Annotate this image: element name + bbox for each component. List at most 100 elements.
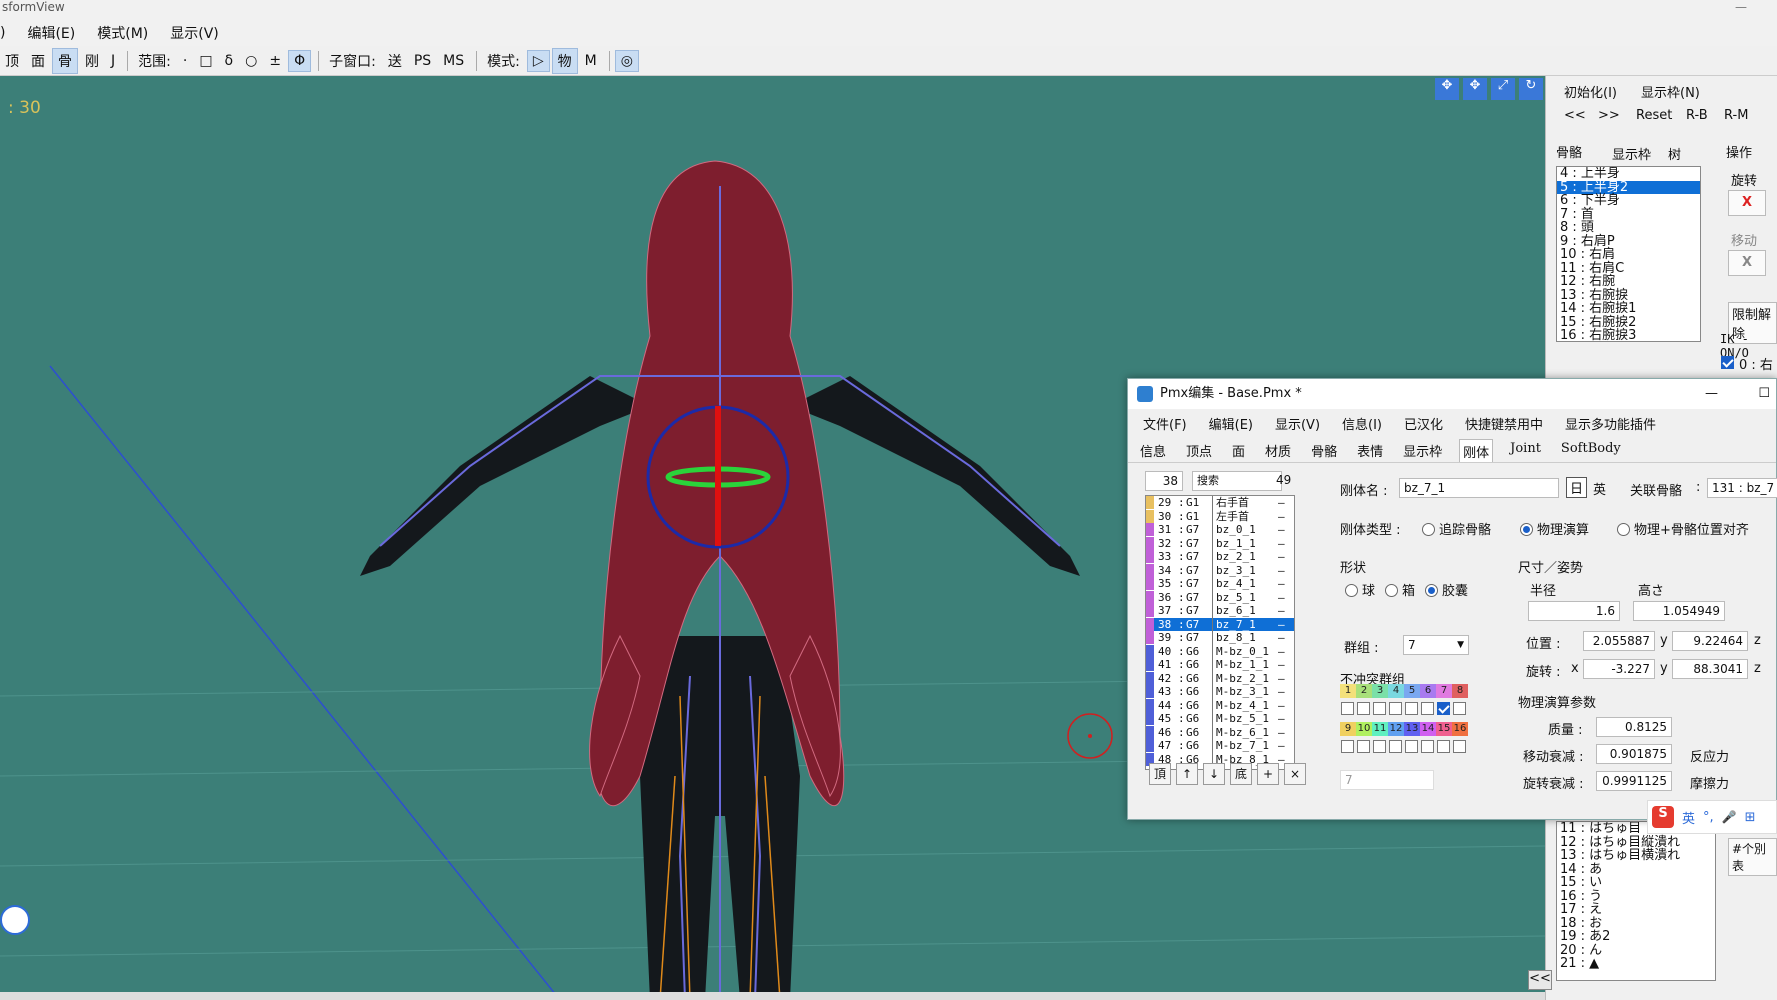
range-plusminus[interactable]: ±	[264, 51, 286, 71]
ime-lang[interactable]: 英	[1682, 808, 1695, 827]
rigidbody-row[interactable]: 35: G7 bz_4_1–	[1146, 577, 1294, 591]
morph-list-item[interactable]: 19 : あ2	[1557, 930, 1715, 944]
rigidbody-row[interactable]: 45: G6 M-bz_5_1–	[1146, 712, 1294, 726]
dmenu-view[interactable]: 显示(V)	[1275, 414, 1320, 436]
bone-list-item[interactable]: 13 : 右腕捩	[1557, 288, 1700, 303]
group-checkbox-8[interactable]	[1453, 702, 1466, 715]
rigidbody-list[interactable]: 29: G1 右手首 –30: G1 左手首 –31: G7 bz_0_1–32: G7 bz_1_…	[1145, 495, 1295, 770]
rb-button[interactable]: R-B	[1686, 108, 1708, 123]
move-x-button[interactable]: X	[1728, 250, 1766, 276]
group-select[interactable]: 7 ▼	[1403, 635, 1469, 655]
rot-damping-input[interactable]: 0.9991125	[1596, 771, 1672, 791]
list-up-button[interactable]: ↑	[1176, 763, 1198, 785]
tab-material[interactable]: 材质	[1262, 439, 1294, 462]
tab-rigidbody[interactable]: 刚体	[1459, 439, 1494, 462]
grid-icon[interactable]: ⊞	[1745, 810, 1756, 825]
bone-input[interactable]: 131 : bz_7	[1707, 478, 1777, 498]
list-delete-button[interactable]: ×	[1284, 763, 1306, 785]
sogou-logo-icon[interactable]: S	[1652, 806, 1674, 828]
height-input[interactable]: 1.054949	[1633, 601, 1725, 621]
bone-list-item[interactable]: 7 : 首	[1557, 207, 1700, 222]
menu-display[interactable]: 显示(V)	[170, 23, 219, 43]
minimize-button[interactable]: —	[1735, 0, 1747, 14]
nocollide-text[interactable]: 7	[1340, 770, 1434, 790]
mode-physics[interactable]: 物	[551, 47, 578, 74]
floating-circle-icon[interactable]	[0, 905, 30, 935]
dmenu-info[interactable]: 信息(I)	[1342, 414, 1382, 436]
bone-list-item[interactable]: 8 : 頭	[1557, 221, 1700, 235]
morph-list-item[interactable]: 17 : え	[1557, 903, 1715, 917]
morph-list-item[interactable]: 15 : い	[1557, 876, 1715, 890]
bone-list-item[interactable]: 15 : 右腕捩2	[1557, 315, 1700, 330]
dialog-maximize-button[interactable]: ☐	[1758, 379, 1770, 409]
morph-list-item[interactable]: 14 : あ	[1557, 862, 1715, 877]
radius-input[interactable]: 1.6	[1528, 601, 1620, 621]
type-follow-bone[interactable]: 追踪骨骼	[1422, 519, 1491, 538]
range-rect[interactable]: □	[194, 51, 217, 71]
list-add-button[interactable]: +	[1257, 763, 1279, 785]
group-checkbox-4[interactable]	[1389, 702, 1402, 715]
rigidbody-row[interactable]: 44: G6 M-bz_4_1–	[1146, 698, 1294, 712]
bone-list-item[interactable]: 10 : 右肩	[1557, 248, 1700, 262]
rigidbody-row[interactable]: 32: G7 bz_1_1–	[1146, 536, 1294, 550]
name-input[interactable]: bz_7_1	[1399, 478, 1559, 498]
shape-capsule[interactable]: 胶囊	[1425, 580, 1468, 599]
group-checkbox-14[interactable]	[1421, 740, 1434, 753]
init-button[interactable]: 初始化(I)	[1564, 82, 1617, 101]
morph-list-item[interactable]: 20 : ん	[1557, 943, 1715, 958]
list-bottom-button[interactable]: 底	[1230, 763, 1252, 785]
punct-icon[interactable]: °,	[1703, 810, 1714, 825]
tab-softbody[interactable]: SoftBody	[1558, 439, 1624, 462]
group-checkbox-9[interactable]	[1341, 740, 1354, 753]
dialog-minimize-button[interactable]: —	[1705, 379, 1718, 409]
tb-face[interactable]: 面	[26, 49, 50, 73]
menu-mode[interactable]: 模式(M)	[97, 23, 148, 43]
rot-y-input[interactable]: 88.3041	[1672, 659, 1748, 679]
mode-play[interactable]: ▷	[526, 49, 550, 72]
rm-button[interactable]: R-M	[1724, 108, 1748, 123]
crosshair-icon[interactable]: ◎	[614, 49, 639, 72]
next-button[interactable]: >>	[1598, 108, 1620, 123]
tab-tree[interactable]: 树	[1668, 144, 1681, 163]
menu-edit[interactable]: 编辑(E)	[27, 23, 75, 43]
group-checkbox-16[interactable]	[1453, 740, 1466, 753]
subwin-send[interactable]: 送	[383, 49, 407, 73]
morph-list-item[interactable]: 18 : お	[1557, 916, 1715, 931]
group-checkbox-1[interactable]	[1341, 702, 1354, 715]
pan-icon[interactable]: ✥	[1463, 78, 1487, 100]
rigidbody-row[interactable]: 31: G7 bz_0_1–	[1146, 523, 1294, 537]
zoom-icon[interactable]: ⤢	[1491, 78, 1515, 100]
pos-x-input[interactable]: 2.055887	[1583, 631, 1655, 651]
rigidbody-row[interactable]: 47: G6 M-bz_7_1–	[1146, 739, 1294, 753]
range-phi[interactable]: Φ	[288, 49, 312, 72]
tab-display[interactable]: 显示枠	[1400, 439, 1445, 462]
dmenu-file[interactable]: 文件(F)	[1143, 414, 1187, 436]
rigidbody-row[interactable]: 39: G7 bz_8_1–	[1146, 631, 1294, 645]
rigidbody-row[interactable]: 40: G6 M-bz_0_1–	[1146, 644, 1294, 658]
group-checkbox-15[interactable]	[1437, 740, 1450, 753]
pos-y-input[interactable]: 9.22464	[1672, 631, 1748, 651]
tab-bones[interactable]: 骨骼	[1556, 142, 1582, 161]
rigidbody-row[interactable]: 43: G6 M-bz_3_1–	[1146, 685, 1294, 699]
tab-face[interactable]: 面	[1229, 439, 1248, 462]
dmenu-localized[interactable]: 已汉化	[1404, 414, 1443, 436]
reset-button[interactable]: Reset	[1636, 108, 1672, 123]
bone-list-item[interactable]: 12 : 右腕	[1557, 275, 1700, 289]
rigidbody-row[interactable]: 37: G7 bz_6_1–	[1146, 604, 1294, 618]
group-checkbox-2[interactable]	[1357, 702, 1370, 715]
shape-sphere[interactable]: 球	[1345, 580, 1375, 599]
tab-display-frame[interactable]: 显示枠	[1612, 144, 1651, 163]
tab-joint[interactable]: Joint	[1507, 439, 1544, 462]
en-button[interactable]: 英	[1593, 479, 1606, 498]
group-checkbox-10[interactable]	[1357, 740, 1370, 753]
shape-box[interactable]: 箱	[1385, 580, 1415, 599]
bone-list-item[interactable]: 6 : 下半身	[1557, 194, 1700, 208]
bone-list-item[interactable]: 11 : 右肩C	[1557, 261, 1700, 276]
jp-button[interactable]: 日	[1566, 477, 1588, 498]
group-checkbox-6[interactable]	[1421, 702, 1434, 715]
subwin-ps[interactable]: PS	[409, 51, 436, 71]
tab-info[interactable]: 信息	[1137, 439, 1169, 462]
type-physics-bone[interactable]: 物理+骨骼位置对齐	[1617, 519, 1749, 538]
tb-joint[interactable]: J	[106, 51, 120, 71]
mass-input[interactable]: 0.8125	[1596, 717, 1672, 737]
